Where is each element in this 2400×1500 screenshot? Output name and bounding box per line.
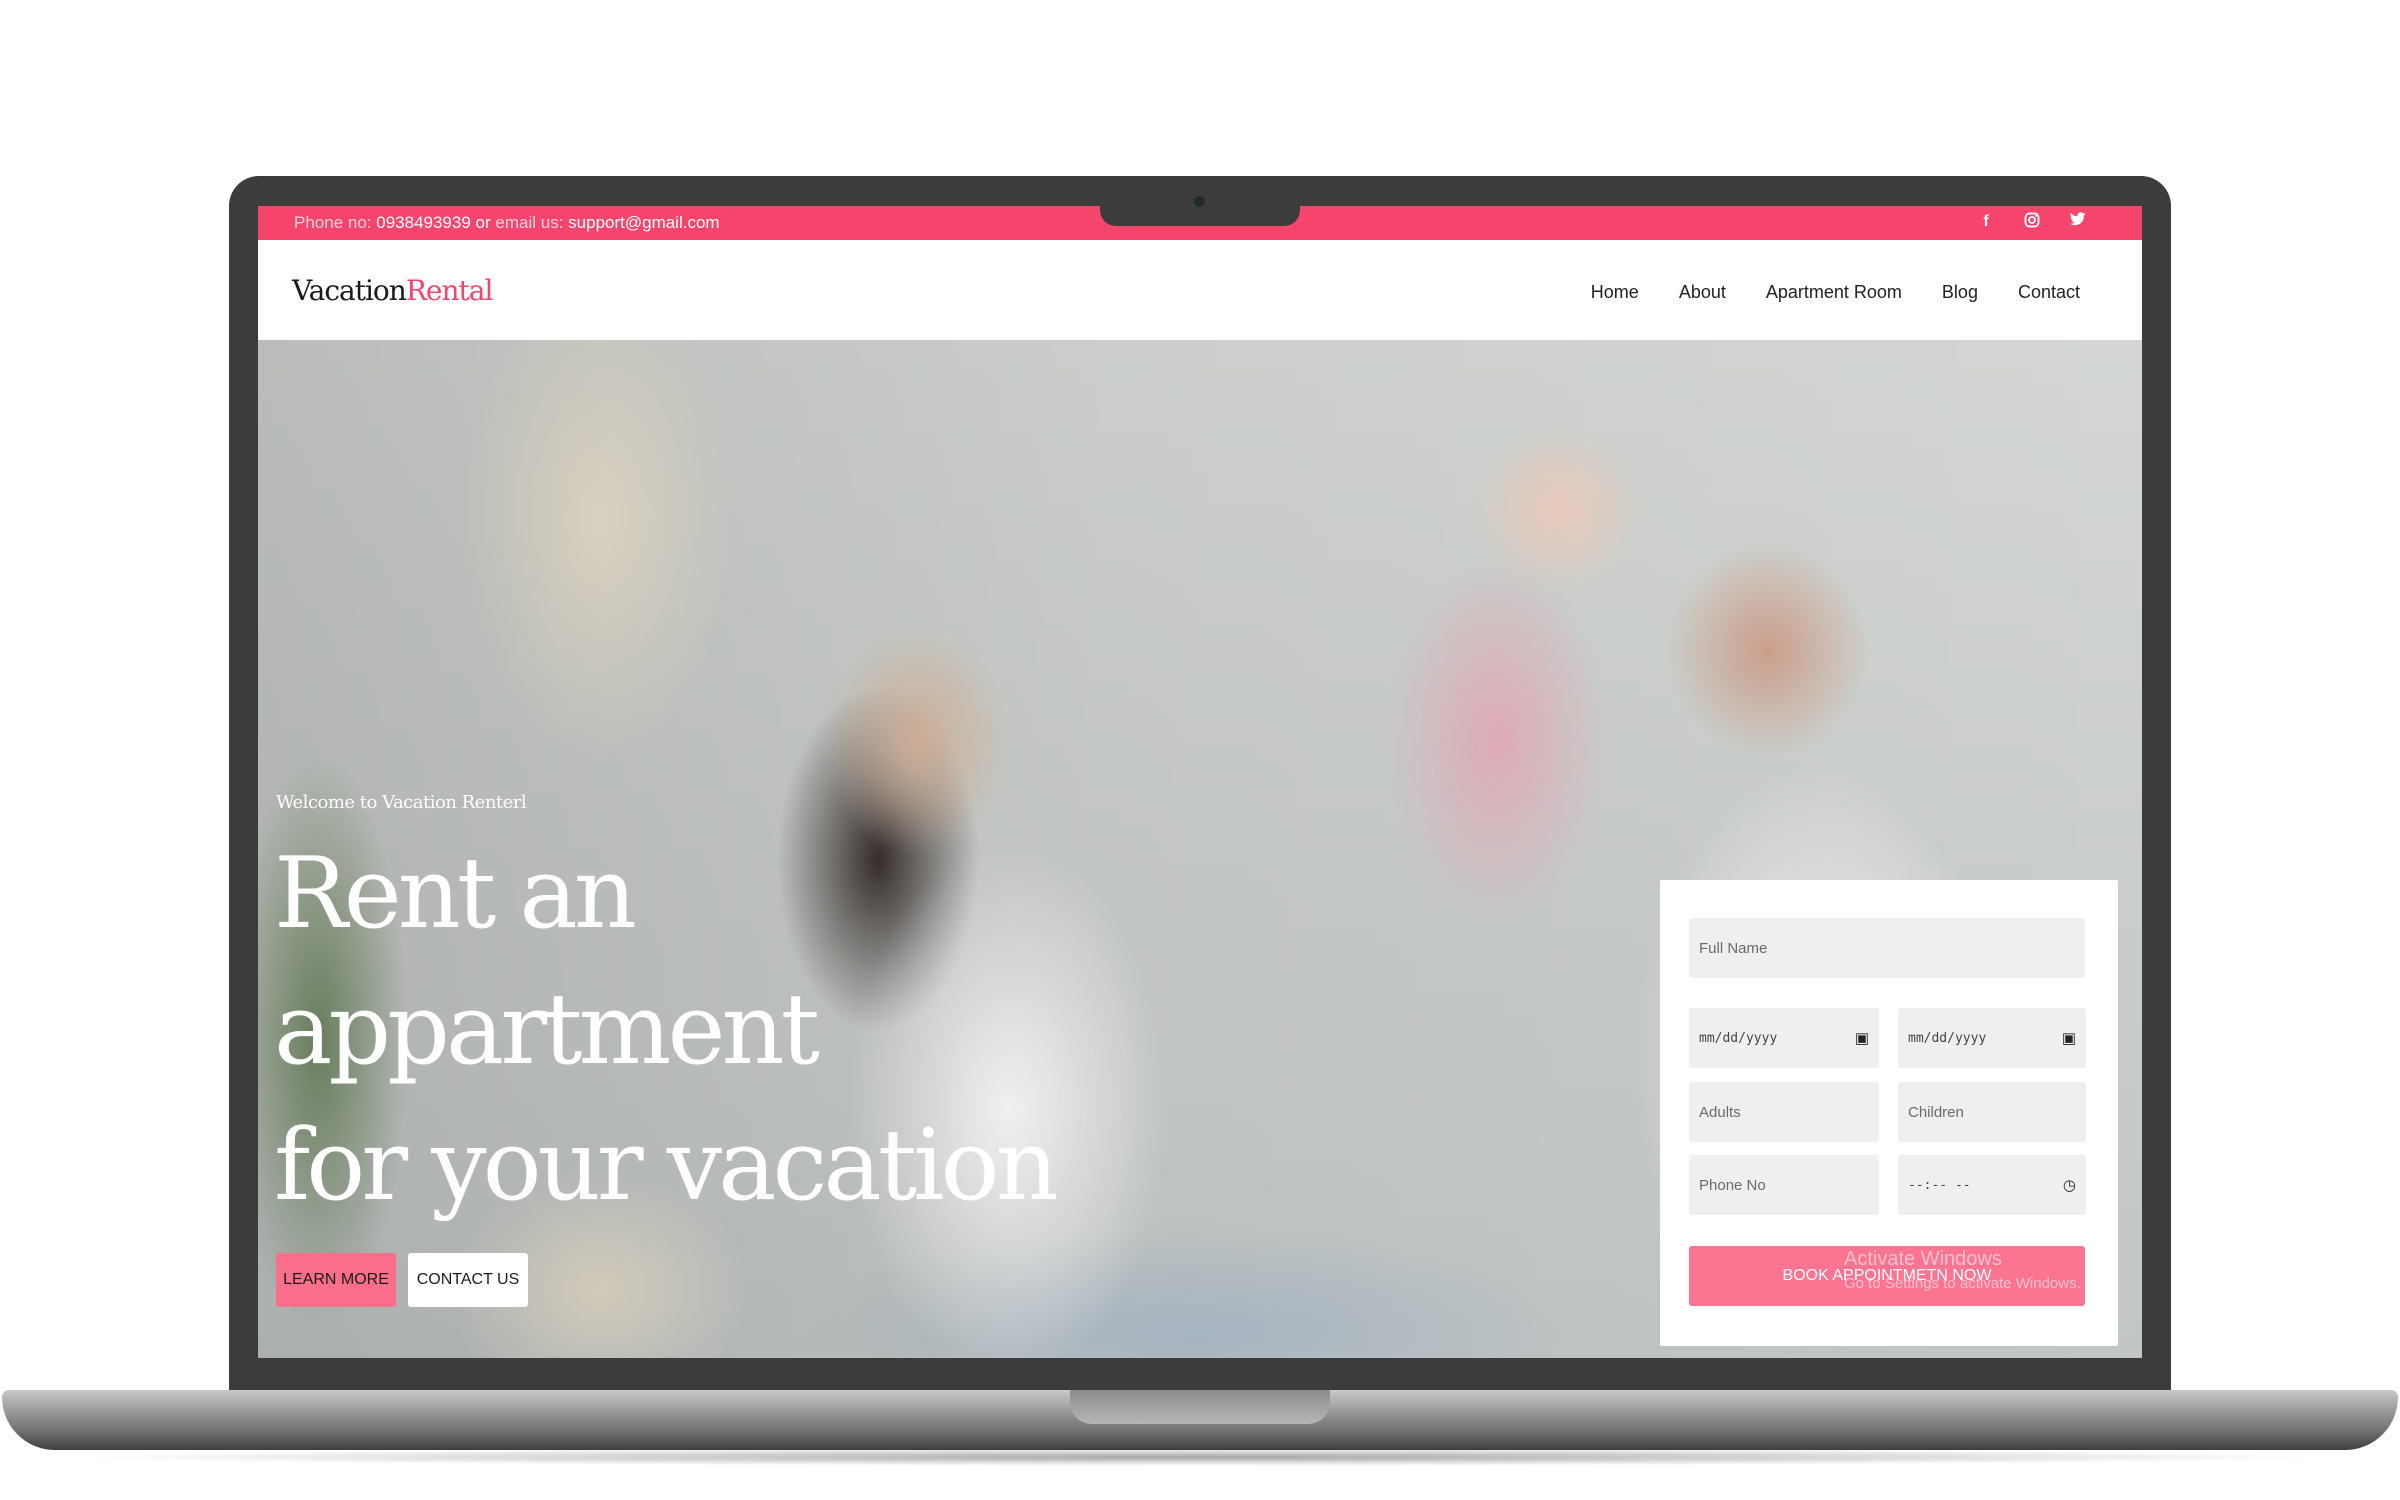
full-name-input[interactable]: Full Name <box>1689 918 2085 978</box>
phone-number[interactable]: 0938493939 <box>376 213 471 232</box>
watermark-line-1: Activate Windows <box>1844 1248 2002 1270</box>
adults-placeholder: Adults <box>1699 1103 1741 1121</box>
contact-info: Phone no: 0938493939 or email us: suppor… <box>294 213 720 233</box>
main-nav: Home About Apartment Room Blog Contact <box>1591 282 2080 303</box>
activate-windows-watermark: Activate Windows Go to Settings to activ… <box>1844 1248 2081 1292</box>
time-input[interactable]: --:-- -- ◷ <box>1898 1155 2086 1215</box>
hero-section: Welcome to Vacation Renterl Rent an appa… <box>258 340 2142 1358</box>
hero-welcome-text: Welcome to Vacation Renterl <box>276 792 527 813</box>
check-out-date-input[interactable]: mm/dd/yyyy ▣ <box>1898 1008 2086 1068</box>
adults-input[interactable]: Adults <box>1689 1082 1879 1142</box>
full-name-placeholder: Full Name <box>1699 939 1768 957</box>
laptop-shadow <box>60 1448 2340 1466</box>
laptop-hinge <box>1070 1390 1330 1424</box>
date-placeholder: mm/dd/yyyy <box>1908 1030 1987 1046</box>
phone-label: Phone no: <box>294 213 372 232</box>
twitter-icon[interactable] <box>2068 212 2088 232</box>
phone-input[interactable]: Phone No <box>1689 1155 1879 1215</box>
email-address[interactable]: support@gmail.com <box>568 213 719 232</box>
headline-line-1: Rent an appartment <box>274 837 820 1087</box>
date-placeholder: mm/dd/yyyy <box>1699 1030 1778 1046</box>
calendar-icon[interactable]: ▣ <box>1855 1029 1869 1047</box>
or-text: or <box>475 213 491 232</box>
time-placeholder: --:-- -- <box>1908 1177 1971 1193</box>
email-label: email us: <box>495 213 564 232</box>
laptop-screen: Phone no: 0938493939 or email us: suppor… <box>258 206 2142 1358</box>
children-input[interactable]: Children <box>1898 1082 2086 1142</box>
nav-about[interactable]: About <box>1679 282 1726 303</box>
clock-icon[interactable]: ◷ <box>2063 1176 2076 1194</box>
nav-apartment-room[interactable]: Apartment Room <box>1766 282 1902 303</box>
phone-placeholder: Phone No <box>1699 1176 1766 1194</box>
instagram-icon[interactable] <box>2022 212 2042 232</box>
nav-blog[interactable]: Blog <box>1942 282 1978 303</box>
nav-contact[interactable]: Contact <box>2018 282 2080 303</box>
calendar-icon[interactable]: ▣ <box>2062 1029 2076 1047</box>
facebook-icon[interactable]: f <box>1976 212 1996 232</box>
check-in-date-input[interactable]: mm/dd/yyyy ▣ <box>1689 1008 1879 1068</box>
site-header: VacationRental Home About Apartment Room… <box>258 240 2142 340</box>
hero-headline: Rent an appartment for your vacation <box>274 826 1174 1234</box>
camera-icon <box>1194 196 1205 207</box>
laptop-mockup: Phone no: 0938493939 or email us: suppor… <box>0 0 2400 1500</box>
children-placeholder: Children <box>1908 1103 1964 1121</box>
logo-accent: Rental <box>405 274 494 307</box>
watermark-line-2: Go to Settings to activate Windows. <box>1844 1275 2081 1292</box>
headline-line-2: for your vacation <box>274 1109 1059 1223</box>
learn-more-button[interactable]: LEARN MORE <box>276 1253 396 1307</box>
social-links: f <box>1976 212 2088 232</box>
nav-home[interactable]: Home <box>1591 282 1639 303</box>
logo-main: Vacation <box>292 274 407 307</box>
site-logo[interactable]: VacationRental <box>292 274 494 307</box>
contact-us-button[interactable]: CONTACT US <box>408 1253 528 1307</box>
camera-notch <box>1100 204 1300 226</box>
